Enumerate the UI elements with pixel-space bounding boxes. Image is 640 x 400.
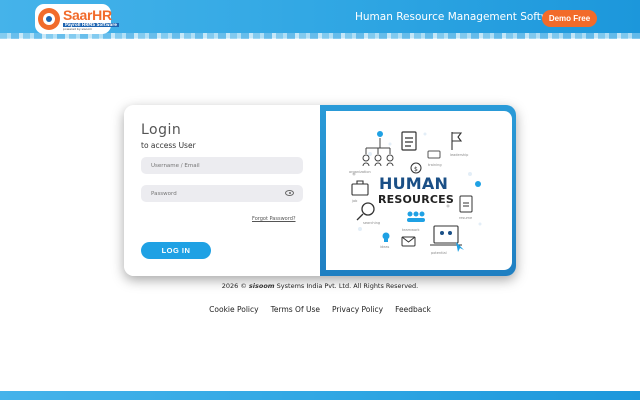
label-training: training <box>428 163 442 167</box>
cookie-policy-link[interactable]: Cookie Policy <box>209 305 258 314</box>
feedback-link[interactable]: Feedback <box>395 305 431 314</box>
logo-name: SaarHR <box>63 6 112 23</box>
ideas-bulb-icon <box>382 232 390 242</box>
demo-free-button[interactable]: Demo Free <box>542 10 597 27</box>
document-icon <box>401 131 417 151</box>
hr-headline: HUMAN <box>379 174 449 193</box>
label-leadership: leadership <box>450 153 469 157</box>
login-title: Login <box>141 122 182 138</box>
top-header: SaarHR Payroll HRMS Software powered by … <box>0 0 640 39</box>
privacy-policy-link[interactable]: Privacy Policy <box>332 305 383 314</box>
hr-subheadline: RESOURCES <box>378 193 454 206</box>
searching-magnifier-icon <box>356 202 375 221</box>
label-ideas: ideas <box>380 245 390 249</box>
teamwork-icon <box>407 211 425 222</box>
sisoom-brand: sisoom <box>248 282 275 290</box>
leadership-flag-icon <box>451 132 463 150</box>
gear-icon <box>475 181 481 187</box>
logo-tagline: Payroll HRMS Software <box>63 21 119 27</box>
potential-laptop-icon <box>430 225 464 252</box>
copyright-prefix: 2026 © <box>221 282 247 290</box>
logo-powered: powered by sisoom <box>63 26 93 31</box>
job-briefcase-icon <box>351 180 369 196</box>
label-potential: potential <box>431 251 447 255</box>
training-screen-icon <box>427 150 441 159</box>
label-teamwork: teamwork <box>402 228 420 232</box>
login-button[interactable]: LOG IN <box>141 242 211 259</box>
login-subtitle: to access User <box>141 141 196 150</box>
footer-links: Cookie Policy Terms Of Use Privacy Polic… <box>0 305 640 314</box>
bottom-bar <box>0 391 640 400</box>
label-organization: organization <box>349 170 371 174</box>
logo-text: SaarHR Payroll HRMS Software powered by … <box>63 8 119 31</box>
label-job: job <box>352 199 358 203</box>
terms-of-use-link[interactable]: Terms Of Use <box>271 305 320 314</box>
login-page: SaarHR Payroll HRMS Software powered by … <box>0 0 640 400</box>
show-password-eye-icon[interactable] <box>285 190 294 196</box>
password-input[interactable] <box>141 185 303 202</box>
label-searching: searching <box>363 221 381 225</box>
copyright-suffix: Systems India Pvt. Ltd. All Rights Reser… <box>276 282 419 290</box>
resume-icon <box>459 195 473 213</box>
saarhr-logo[interactable]: SaarHR Payroll HRMS Software powered by … <box>35 4 119 34</box>
envelope-icon <box>401 236 416 247</box>
header-title: Human Resource Management Software <box>355 11 567 23</box>
username-input[interactable] <box>141 157 303 174</box>
copyright-text: 2026 © sisoom Systems India Pvt. Ltd. Al… <box>0 282 640 290</box>
logo-rocket-icon <box>38 8 60 30</box>
organization-people-icon <box>362 131 394 167</box>
label-resume: resume <box>459 216 473 220</box>
forgot-password-link[interactable]: Forgot Password? <box>252 216 296 222</box>
dollar-sign: $ <box>414 166 418 173</box>
